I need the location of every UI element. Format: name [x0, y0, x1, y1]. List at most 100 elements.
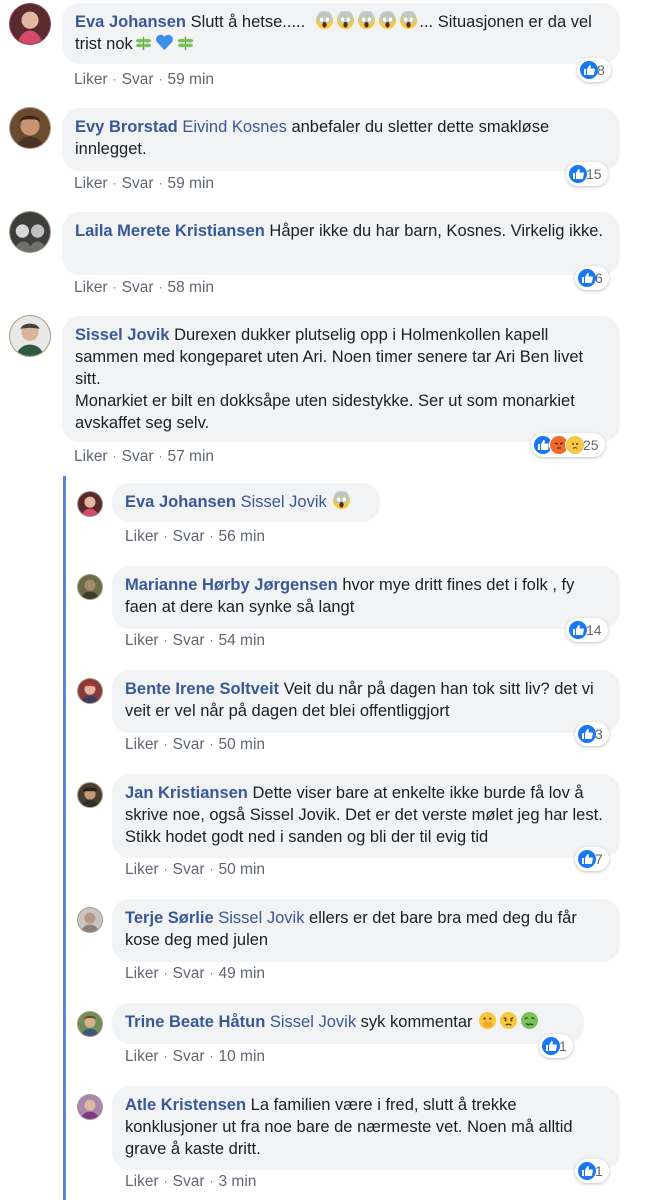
reply-link[interactable]: Svar — [173, 1048, 205, 1065]
like-link[interactable]: Liker — [125, 1173, 159, 1190]
timestamp[interactable]: 3 min — [218, 1173, 256, 1190]
reaction-count: 15 — [586, 166, 602, 182]
reaction-summary[interactable]: 25 — [531, 433, 605, 457]
timestamp[interactable]: 50 min — [218, 861, 265, 878]
avatar[interactable] — [9, 3, 51, 45]
comment-actions: Liker · Svar · 59 min — [74, 71, 215, 88]
comment-author[interactable]: Atle Kristensen — [125, 1096, 246, 1114]
avatar[interactable] — [77, 1011, 103, 1037]
avatar[interactable] — [77, 1094, 103, 1120]
timestamp[interactable]: 50 min — [218, 736, 265, 753]
herb-emoji — [177, 36, 193, 51]
mention-tag[interactable]: Sissel Jovik — [218, 909, 304, 927]
avatar[interactable] — [9, 107, 51, 149]
timestamp[interactable]: 59 min — [167, 175, 214, 192]
comment-bubble: Laila Merete Kristiansen Håper ikke du h… — [62, 212, 620, 275]
reaction-summary[interactable]: 6 — [575, 266, 609, 290]
timestamp[interactable]: 59 min — [167, 71, 214, 88]
reaction-summary[interactable]: 3 — [575, 722, 609, 746]
comment-author[interactable]: Sissel Jovik — [75, 326, 169, 344]
comment-actions: Liker · Svar · 58 min — [74, 279, 215, 296]
comment-author[interactable]: Trine Beate Håtun — [125, 1013, 265, 1031]
sad-icon — [565, 435, 585, 455]
comment-author[interactable]: Eva Johansen — [75, 13, 186, 31]
comment-bubble: Evy Brorstad Eivind Kosnes anbefaler du … — [62, 108, 620, 171]
comment-bubble: Marianne Hørby Jørgensen hvor mye dritt … — [112, 566, 620, 629]
timestamp[interactable]: 54 min — [218, 632, 265, 649]
reaction-summary[interactable]: 1 — [575, 1159, 609, 1183]
reply-link[interactable]: Svar — [122, 175, 154, 192]
like-link[interactable]: Liker — [125, 1048, 159, 1065]
like-link[interactable]: Liker — [125, 736, 159, 753]
timestamp[interactable]: 10 min — [218, 1048, 265, 1065]
herb-emoji — [135, 36, 151, 51]
timestamp[interactable]: 57 min — [167, 448, 214, 465]
comment-author[interactable]: Bente Irene Soltveit — [125, 680, 279, 698]
comment-text: Håper ikke du har barn, Kosnes. Virkelig… — [269, 222, 603, 240]
comment-bubble: Atle Kristensen La familien være i fred,… — [112, 1086, 620, 1170]
timestamp[interactable]: 56 min — [218, 528, 265, 545]
like-icon — [568, 164, 588, 184]
reaction-summary[interactable]: 14 — [566, 618, 608, 642]
timestamp[interactable]: 58 min — [167, 279, 214, 296]
reply-link[interactable]: Svar — [122, 279, 154, 296]
nauseated-emoji — [521, 1011, 539, 1030]
comment-bubble: Terje Sørlie Sissel Jovik ellers er det … — [112, 899, 620, 962]
avatar[interactable] — [77, 907, 103, 933]
scream-emoji — [358, 11, 376, 30]
reaction-count: 3 — [595, 726, 603, 742]
like-icon — [577, 268, 597, 288]
timestamp[interactable]: 49 min — [218, 965, 265, 982]
reply-link[interactable]: Svar — [173, 965, 205, 982]
avatar[interactable] — [9, 211, 51, 253]
comment-bubble: Eva Johansen Slutt å hetse..... ... Situ… — [62, 3, 620, 64]
comment-text: Slutt å hetse..... — [190, 13, 310, 31]
reaction-count: 14 — [586, 622, 602, 638]
comment-bubble: Jan Kristiansen Dette viser bare at enke… — [112, 774, 620, 858]
like-link[interactable]: Liker — [125, 861, 159, 878]
comment-bubble: Eva Johansen Sissel Jovik — [112, 483, 380, 522]
comment-author[interactable]: Evy Brorstad — [75, 118, 178, 136]
reply-link[interactable]: Svar — [173, 528, 205, 545]
comment-author[interactable]: Terje Sørlie — [125, 909, 214, 927]
like-link[interactable]: Liker — [125, 965, 159, 982]
like-link[interactable]: Liker — [125, 528, 159, 545]
reaction-summary[interactable]: 8 — [577, 58, 611, 82]
comment-actions: Liker · Svar · 50 min — [125, 736, 266, 753]
comment-actions: Liker · Svar · 59 min — [74, 175, 215, 192]
reaction-summary[interactable]: 7 — [575, 847, 609, 871]
like-link[interactable]: Liker — [74, 279, 108, 296]
reaction-summary[interactable]: 15 — [566, 162, 608, 186]
like-link[interactable]: Liker — [74, 448, 108, 465]
reply-link[interactable]: Svar — [173, 736, 205, 753]
comment-author[interactable]: Jan Kristiansen — [125, 784, 248, 802]
mention-tag[interactable]: Sissel Jovik — [241, 493, 327, 511]
like-link[interactable]: Liker — [125, 632, 159, 649]
mention-tag[interactable]: Sissel Jovik — [270, 1013, 356, 1031]
reaction-count: 1 — [559, 1038, 567, 1054]
comment-author[interactable]: Laila Merete Kristiansen — [75, 222, 265, 240]
avatar[interactable] — [77, 491, 103, 517]
reply-link[interactable]: Svar — [122, 71, 154, 88]
reply-link[interactable]: Svar — [173, 1173, 205, 1190]
reaction-count: 6 — [595, 270, 603, 286]
comment-bubble: Bente Irene Soltveit Veit du når på dage… — [112, 670, 620, 733]
avatar[interactable] — [77, 574, 103, 600]
avatar[interactable] — [77, 782, 103, 808]
avatar[interactable] — [9, 315, 51, 357]
mention-tag[interactable]: Eivind Kosnes — [182, 118, 287, 136]
scream-emoji — [333, 491, 351, 510]
scream-emoji — [379, 11, 397, 30]
reply-link[interactable]: Svar — [122, 448, 154, 465]
comment-actions: Liker · Svar · 50 min — [125, 861, 266, 878]
reply-link[interactable]: Svar — [173, 632, 205, 649]
comment-bubble: Trine Beate Håtun Sissel Jovik syk komme… — [112, 1003, 584, 1044]
like-link[interactable]: Liker — [74, 175, 108, 192]
comment-author[interactable]: Marianne Hørby Jørgensen — [125, 576, 338, 594]
like-icon — [577, 849, 597, 869]
like-link[interactable]: Liker — [74, 71, 108, 88]
reaction-summary[interactable]: 1 — [539, 1034, 573, 1058]
comment-author[interactable]: Eva Johansen — [125, 493, 236, 511]
avatar[interactable] — [77, 678, 103, 704]
reply-link[interactable]: Svar — [173, 861, 205, 878]
